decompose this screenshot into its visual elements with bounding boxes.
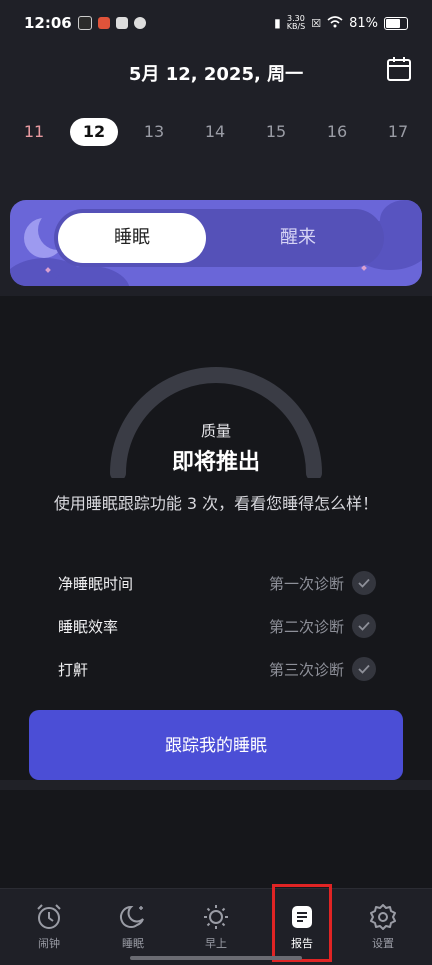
tab-settings[interactable]: 设置 [340, 889, 426, 965]
quality-value: 即将推出 [171, 450, 260, 475]
metric-row-net-sleep: 净睡眠时间 第一次诊断 [58, 569, 376, 597]
status-left: 12:06 [24, 14, 146, 32]
date-header: 5月 12, 2025, 周一 11 12 13 14 15 16 17 睡眠 … [0, 46, 432, 296]
status-time: 12:06 [24, 14, 72, 32]
tab-label: 设置 [372, 937, 394, 950]
moon-icon [120, 905, 144, 928]
tab-sleep[interactable]: 睡眠 [90, 889, 176, 965]
bottom-tab-bar: 闹钟 睡眠 早上 报告 设置 [0, 888, 432, 965]
alarm-clock-icon [37, 904, 61, 929]
section-divider [0, 780, 432, 790]
day-14[interactable]: 14 [191, 118, 239, 146]
tracking-description: 使用睡眠跟踪功能 3 次，看看您睡得怎么样！ [53, 494, 379, 513]
metric-label: 睡眠效率 [58, 617, 119, 636]
tab-label: 闹钟 [38, 937, 60, 950]
link-notification-icon [133, 17, 146, 29]
check-icon [352, 614, 376, 638]
metric-status: 第三次诊断 [268, 660, 344, 679]
sim-off-icon: ☒ [311, 16, 322, 30]
metric-status-group: 第一次诊断 [269, 571, 376, 595]
metric-row-sleep-efficiency: 睡眠效率 第二次诊断 [58, 612, 376, 640]
status-bar: 12:06 ▮ 3.30 KB/S ☒ 81% [0, 0, 432, 46]
metric-status: 第二次诊断 [268, 617, 344, 636]
mode-banner: 睡眠 醒来 [10, 200, 422, 286]
day-16[interactable]: 16 [313, 118, 361, 146]
net-speed-unit: KB/S [286, 22, 306, 31]
day-13[interactable]: 13 [130, 118, 178, 146]
check-icon [352, 657, 376, 681]
calendar-button[interactable] [386, 56, 412, 82]
date-title: 5月 12, 2025, 周一 [128, 64, 304, 85]
active-tab-highlight [272, 884, 332, 962]
tiktok-notification-icon [77, 16, 92, 30]
day-strip: 11 12 13 14 15 16 17 [0, 118, 432, 148]
metric-row-snoring: 打鼾 第三次诊断 [58, 655, 376, 683]
battery-icon [384, 16, 408, 30]
metric-label: 打鼾 [58, 660, 89, 679]
vibrate-icon: ▮ [274, 16, 281, 30]
gear-icon [370, 904, 396, 930]
wake-tab[interactable]: 醒来 [224, 213, 372, 263]
status-right: ▮ 3.30 KB/S ☒ 81% [274, 15, 408, 31]
wifi-icon [327, 15, 343, 31]
tab-morning[interactable]: 早上 [173, 889, 259, 965]
check-icon [352, 571, 376, 595]
tab-label: 睡眠 [122, 937, 144, 950]
sun-icon [204, 905, 228, 929]
quality-label: 质量 [200, 422, 231, 440]
day-12-selected[interactable]: 12 [70, 118, 118, 146]
sleep-tab[interactable]: 睡眠 [58, 213, 206, 263]
metric-status-group: 第三次诊断 [269, 657, 376, 681]
sleep-wake-toggle: 睡眠 醒来 [54, 209, 384, 267]
day-15[interactable]: 15 [252, 118, 300, 146]
net-speed: 3.30 KB/S [287, 15, 306, 31]
metric-label: 净睡眠时间 [58, 574, 134, 593]
battery-percent: 81% [349, 15, 378, 31]
message-notification-icon [115, 17, 128, 29]
metric-status-group: 第二次诊断 [269, 614, 376, 638]
app-notification-icon [97, 17, 110, 29]
day-17[interactable]: 17 [374, 118, 422, 146]
home-indicator[interactable] [130, 956, 302, 960]
day-11[interactable]: 11 [10, 118, 58, 146]
tab-label: 早上 [205, 937, 227, 950]
cloud-decoration [380, 200, 422, 240]
metric-status: 第一次诊断 [268, 574, 344, 593]
calendar-icon [387, 57, 411, 81]
tab-alarm[interactable]: 闹钟 [6, 889, 92, 965]
track-sleep-button[interactable]: 跟踪我的睡眠 [29, 710, 403, 780]
